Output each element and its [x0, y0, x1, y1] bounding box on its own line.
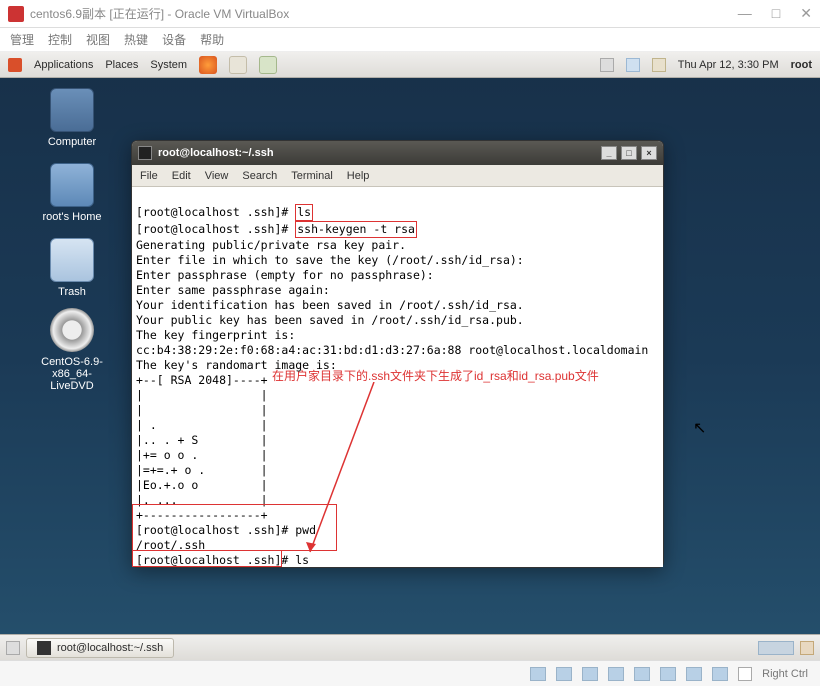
vbox-net-icon[interactable] [582, 667, 598, 681]
term-line: cc:b4:38:29:2e:f0:68:a4:ac:31:bd:d1:d3:2… [136, 343, 648, 357]
vbox-menu-control[interactable]: 控制 [48, 31, 72, 48]
desktop-icon-home[interactable]: root's Home [22, 163, 122, 223]
terminal-window: root@localhost:~/.ssh _ □ × File Edit Vi… [131, 140, 664, 568]
vbox-menu-hotkey[interactable]: 热键 [124, 31, 148, 48]
term-line: Your identification has been saved in /r… [136, 298, 524, 312]
close-button[interactable]: ✕ [800, 5, 812, 22]
term-line: Enter same passphrase again: [136, 283, 330, 297]
annotation-box-pwd [132, 504, 337, 551]
vbox-menu-manage[interactable]: 管理 [10, 31, 34, 48]
volume-icon[interactable] [600, 58, 614, 72]
vbox-title: centos6.9副本 [正在运行] - Oracle VM VirtualBo… [30, 5, 738, 22]
terminal-titlebar[interactable]: root@localhost:~/.ssh _ □ × [132, 141, 663, 165]
terminal-menu-edit[interactable]: Edit [172, 170, 191, 182]
term-line: |Eo.+.o o | [136, 478, 268, 492]
gnome-bottom-panel: root@localhost:~/.ssh [0, 634, 820, 660]
term-line: [root@localhost .ssh]# ls [136, 205, 313, 219]
cmd-ssh-keygen: ssh-keygen -t rsa [295, 221, 417, 238]
taskbar-terminal-icon [37, 641, 51, 655]
vbox-mouse-icon[interactable] [712, 667, 728, 681]
vbox-hostkey-indicator [738, 667, 752, 681]
terminal-title: root@localhost:~/.ssh [158, 147, 274, 159]
network-icon[interactable] [626, 58, 640, 72]
vbox-usb-icon[interactable] [608, 667, 624, 681]
minimize-button[interactable]: — [738, 5, 752, 22]
term-line: Enter passphrase (empty for no passphras… [136, 268, 434, 282]
cmd-ls: ls [295, 204, 313, 221]
taskbar-item-terminal[interactable]: root@localhost:~/.ssh [26, 638, 174, 658]
terminal-menubar: File Edit View Search Terminal Help [132, 165, 663, 187]
maximize-button[interactable]: □ [772, 5, 780, 22]
dvd-icon [50, 308, 94, 352]
term-line: |.. . + S | [136, 433, 268, 447]
trash-applet-icon[interactable] [800, 641, 814, 655]
clock[interactable]: Thu Apr 12, 3:30 PM [678, 59, 779, 71]
vbox-hostkey-label: Right Ctrl [762, 668, 808, 680]
system-menu[interactable]: System [150, 59, 187, 71]
vbox-menubar: 管理 控制 视图 热键 设备 帮助 [0, 28, 820, 52]
dvd-label-2: LiveDVD [22, 380, 122, 392]
terminal-menu-file[interactable]: File [140, 170, 158, 182]
vbox-menu-devices[interactable]: 设备 [162, 31, 186, 48]
user-menu[interactable]: root [791, 59, 812, 71]
trash-label: Trash [22, 286, 122, 298]
vbox-cd-icon[interactable] [556, 667, 572, 681]
terminal-body[interactable]: [root@localhost .ssh]# ls [root@localhos… [132, 187, 663, 567]
desktop-icon-dvd[interactable]: CentOS-6.9-x86_64- LiveDVD [22, 308, 122, 392]
desktop[interactable]: Computer root's Home Trash CentOS-6.9-x8… [0, 78, 820, 634]
update-icon[interactable] [652, 58, 666, 72]
term-line: Generating public/private rsa key pair. [136, 238, 406, 252]
vbox-record-icon[interactable] [686, 667, 702, 681]
terminal-minimize-button[interactable]: _ [601, 146, 617, 160]
vbox-icon [8, 6, 24, 22]
taskbar-terminal-label: root@localhost:~/.ssh [57, 642, 163, 654]
computer-icon [50, 88, 94, 132]
terminal-maximize-button[interactable]: □ [621, 146, 637, 160]
app-icon[interactable] [259, 56, 277, 74]
trash-icon [50, 238, 94, 282]
gnome-top-panel: Applications Places System Thu Apr 12, 3… [0, 52, 820, 78]
term-line: The key fingerprint is: [136, 328, 295, 342]
term-line: | . | [136, 418, 268, 432]
file-manager-icon[interactable] [229, 56, 247, 74]
dvd-label-1: CentOS-6.9-x86_64- [22, 356, 122, 380]
terminal-icon [138, 146, 152, 160]
home-icon [50, 163, 94, 207]
annotation-box-files [132, 550, 282, 567]
show-desktop-icon[interactable] [6, 641, 20, 655]
term-line: | | [136, 403, 268, 417]
vbox-menu-help[interactable]: 帮助 [200, 31, 224, 48]
terminal-menu-help[interactable]: Help [347, 170, 370, 182]
workspace-switcher[interactable] [758, 641, 794, 655]
centos-icon [8, 58, 22, 72]
desktop-icon-computer[interactable]: Computer [22, 88, 122, 148]
term-line: [root@localhost .ssh]# ssh-keygen -t rsa [136, 222, 417, 236]
places-menu[interactable]: Places [105, 59, 138, 71]
guest-screen: Applications Places System Thu Apr 12, 3… [0, 52, 820, 660]
term-line: Your public key has been saved in /root/… [136, 313, 524, 327]
terminal-menu-search[interactable]: Search [242, 170, 277, 182]
term-line: |+= o o . | [136, 448, 268, 462]
term-line: +--[ RSA 2048]----+ [136, 373, 268, 387]
vbox-shared-icon[interactable] [634, 667, 650, 681]
terminal-menu-view[interactable]: View [205, 170, 229, 182]
term-line: | | [136, 388, 268, 402]
vbox-menu-view[interactable]: 视图 [86, 31, 110, 48]
computer-label: Computer [22, 136, 122, 148]
vbox-titlebar: centos6.9副本 [正在运行] - Oracle VM VirtualBo… [0, 0, 820, 28]
applications-menu[interactable]: Applications [34, 59, 93, 71]
vbox-statusbar: Right Ctrl [0, 660, 820, 686]
terminal-menu-terminal[interactable]: Terminal [291, 170, 333, 182]
terminal-close-button[interactable]: × [641, 146, 657, 160]
term-line: |=+=.+ o . | [136, 463, 268, 477]
firefox-icon[interactable] [199, 56, 217, 74]
term-line: Enter file in which to save the key (/ro… [136, 253, 524, 267]
home-label: root's Home [22, 211, 122, 223]
desktop-icon-trash[interactable]: Trash [22, 238, 122, 298]
vbox-hd-icon[interactable] [530, 667, 546, 681]
annotation-text: 在用户家目录下的.ssh文件夹下生成了id_rsa和id_rsa.pub文件 [272, 369, 632, 384]
vbox-display-icon[interactable] [660, 667, 676, 681]
